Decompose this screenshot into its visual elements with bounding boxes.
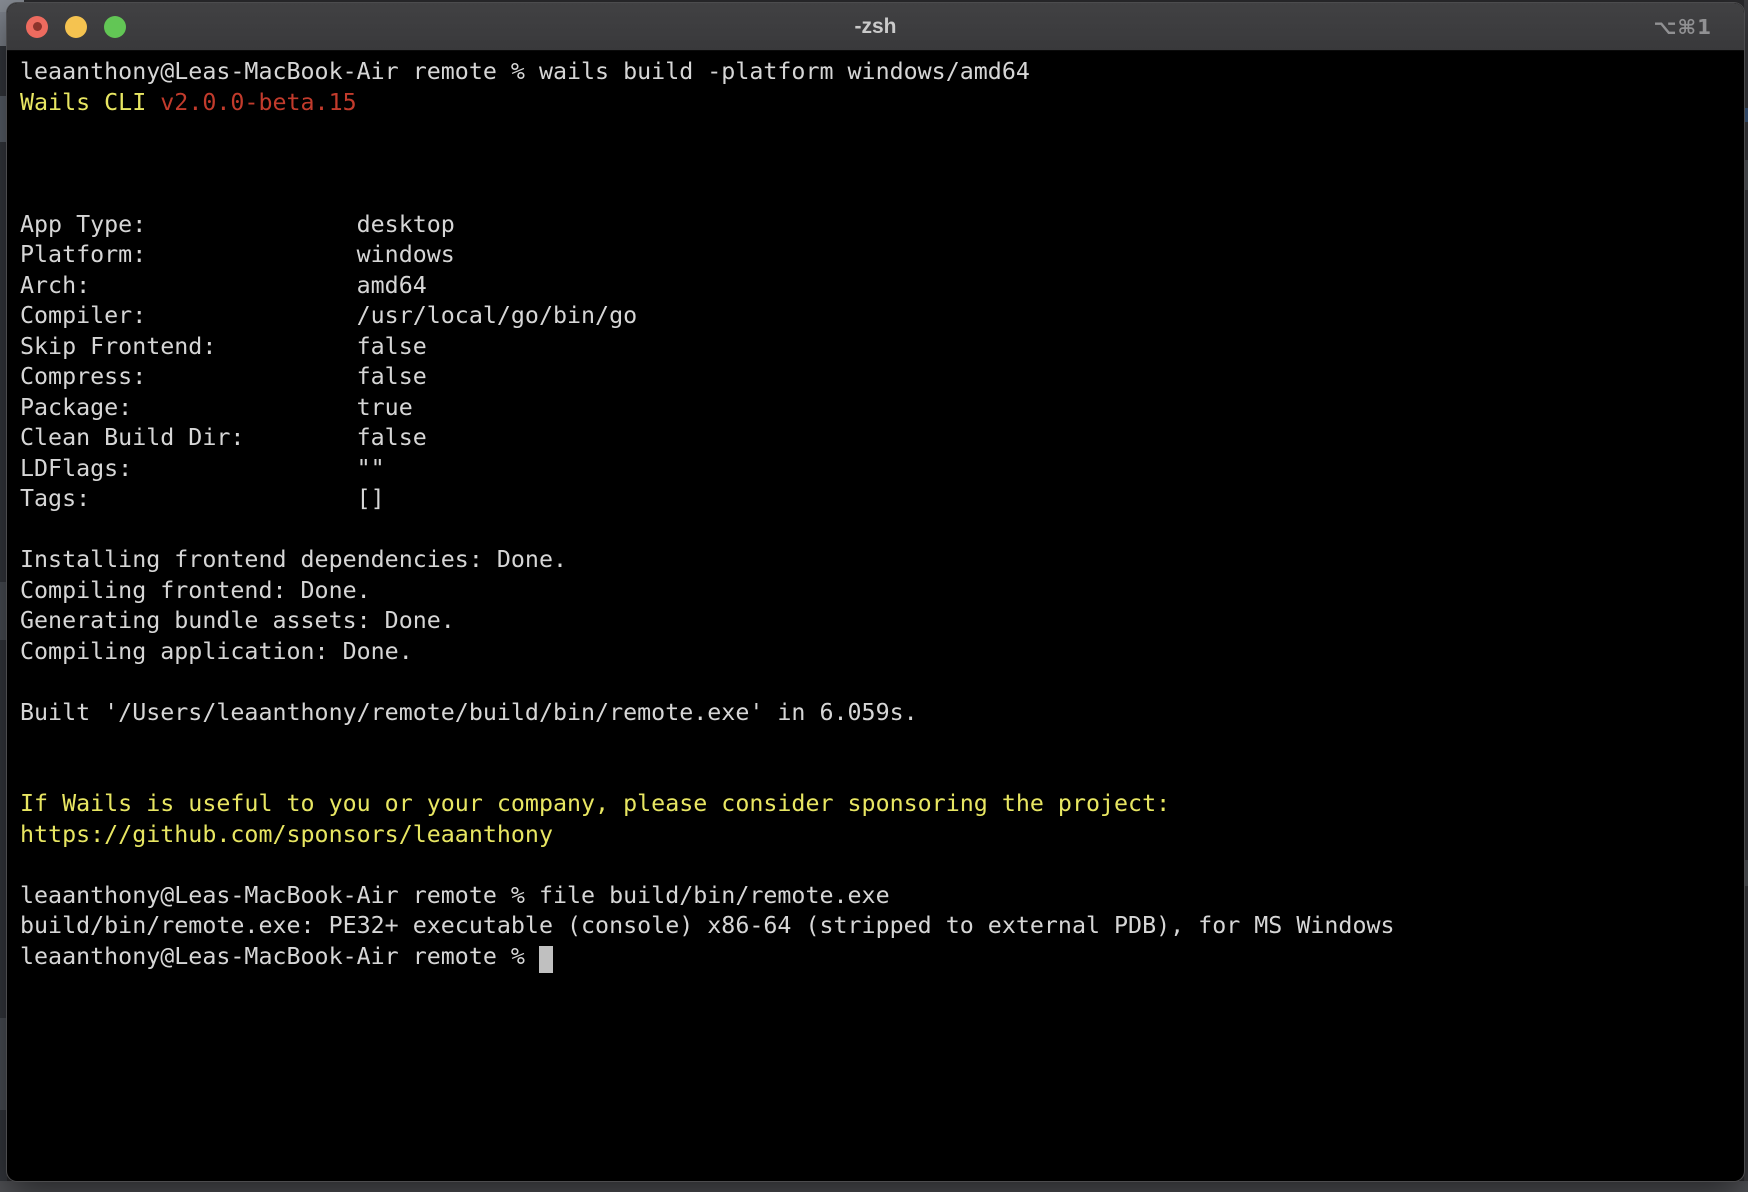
terminal-text: Compiler: /usr/local/go/bin/go	[20, 302, 637, 329]
terminal-line: Clean Build Dir: false	[20, 423, 1738, 454]
terminal-line: Wails CLI v2.0.0-beta.15	[20, 88, 1738, 119]
terminal-text: leaanthony@Leas-MacBook-Air remote %	[20, 943, 539, 970]
background-window-fragment	[1744, 108, 1748, 122]
terminal-text: Compiling frontend: Done.	[20, 577, 371, 604]
terminal-window: -zsh ⌥⌘1 leaanthony@Leas-MacBook-Air rem…	[7, 3, 1744, 1181]
terminal-line: App Type: desktop	[20, 210, 1738, 241]
terminal-text: Compress: false	[20, 363, 427, 390]
terminal-text: v2.0.0-beta.15	[160, 89, 356, 116]
window-title: -zsh	[7, 3, 1744, 50]
background-window-bottom-edge	[0, 1181, 1748, 1192]
background-window-fragment	[1744, 160, 1748, 190]
terminal-text: Arch: amd64	[20, 272, 427, 299]
terminal-text: App Type: desktop	[20, 211, 455, 238]
terminal-line: Platform: windows	[20, 240, 1738, 271]
terminal-text: Platform: windows	[20, 241, 455, 268]
terminal-text: build/bin/remote.exe: PE32+ executable (…	[20, 912, 1395, 939]
terminal-line: Package: true	[20, 393, 1738, 424]
terminal-text: Tags: []	[20, 485, 385, 512]
terminal-line: Generating bundle assets: Done.	[20, 606, 1738, 637]
terminal-prompt-line: leaanthony@Leas-MacBook-Air remote %	[20, 942, 1738, 973]
terminal-line-blank	[20, 759, 1738, 790]
background-window-left-edge	[0, 0, 7, 1192]
desktop: -zsh ⌥⌘1 leaanthony@Leas-MacBook-Air rem…	[0, 0, 1748, 1192]
terminal-text: leaanthony@Leas-MacBook-Air remote % wai…	[20, 58, 1030, 85]
terminal-text: Skip Frontend: false	[20, 333, 427, 360]
terminal-line-blank	[20, 667, 1738, 698]
terminal-line: Skip Frontend: false	[20, 332, 1738, 363]
terminal-text: Clean Build Dir: false	[20, 424, 427, 451]
terminal-line: Compiling application: Done.	[20, 637, 1738, 668]
terminal-text-link[interactable]: https://github.com/sponsors/leaanthony	[20, 821, 553, 848]
terminal-text: leaanthony@Leas-MacBook-Air remote % fil…	[20, 882, 890, 909]
terminal-line: Built '/Users/leaanthony/remote/build/bi…	[20, 698, 1738, 729]
terminal-line: leaanthony@Leas-MacBook-Air remote % wai…	[20, 57, 1738, 88]
terminal-line: LDFlags: ""	[20, 454, 1738, 485]
terminal-line: Compiling frontend: Done.	[20, 576, 1738, 607]
window-shortcut-badge: ⌥⌘1	[1653, 15, 1712, 39]
background-window-fragment	[0, 582, 7, 640]
background-window-right-edge	[1744, 0, 1748, 1192]
terminal-text: Compiling application: Done.	[20, 638, 413, 665]
terminal-line-blank	[20, 850, 1738, 881]
terminal-line: leaanthony@Leas-MacBook-Air remote % fil…	[20, 881, 1738, 912]
terminal-text: Built '/Users/leaanthony/remote/build/bi…	[20, 699, 918, 726]
terminal-line-blank	[20, 515, 1738, 546]
terminal-text: LDFlags: ""	[20, 455, 385, 482]
terminal-line: https://github.com/sponsors/leaanthony	[20, 820, 1738, 851]
terminal-screen[interactable]: leaanthony@Leas-MacBook-Air remote % wai…	[7, 51, 1744, 1181]
background-window-fragment	[0, 1018, 7, 1110]
terminal-line: Installing frontend dependencies: Done.	[20, 545, 1738, 576]
terminal-text: Wails CLI	[20, 89, 160, 116]
titlebar[interactable]: -zsh ⌥⌘1	[7, 3, 1744, 51]
terminal-cursor	[539, 946, 553, 973]
terminal-line: Compiler: /usr/local/go/bin/go	[20, 301, 1738, 332]
background-window-fragment	[0, 96, 7, 142]
terminal-line-blank	[20, 179, 1738, 210]
terminal-line: Arch: amd64	[20, 271, 1738, 302]
terminal-text: Package: true	[20, 394, 413, 421]
terminal-text: Installing frontend dependencies: Done.	[20, 546, 567, 573]
terminal-line-blank	[20, 118, 1738, 149]
terminal-line-blank	[20, 728, 1738, 759]
terminal-line: build/bin/remote.exe: PE32+ executable (…	[20, 911, 1738, 942]
terminal-line: Tags: []	[20, 484, 1738, 515]
terminal-line: If Wails is useful to you or your compan…	[20, 789, 1738, 820]
terminal-text: If Wails is useful to you or your compan…	[20, 790, 1170, 817]
terminal-line: Compress: false	[20, 362, 1738, 393]
terminal-line-blank	[20, 149, 1738, 180]
terminal-text: Generating bundle assets: Done.	[20, 607, 455, 634]
background-window-fragment	[1744, 860, 1748, 886]
